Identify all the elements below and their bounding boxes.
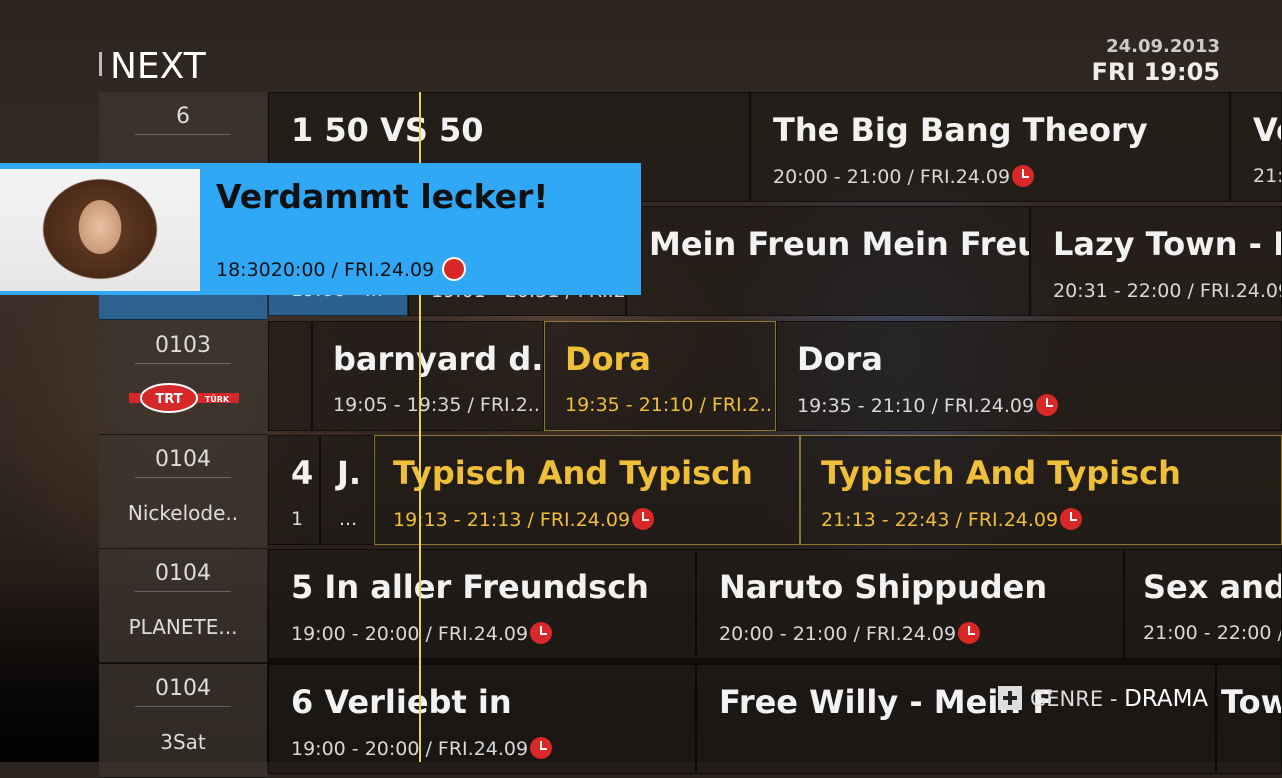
channel-number: 0103 [155, 333, 211, 358]
genre-label: GENRE [1030, 687, 1104, 711]
program-cell[interactable]: Free Willy - Mein F [696, 664, 1216, 774]
divider [135, 706, 231, 707]
page-title: NEXT [110, 46, 206, 87]
channel-number: 0104 [155, 561, 211, 586]
program-cell[interactable]: 5 In aller Freundsch 19:00 - 20:00 / FRI… [268, 549, 696, 659]
program-thumbnail [0, 169, 200, 291]
program-time: 21:0 [1253, 165, 1281, 187]
trt-text: TRT [155, 392, 182, 407]
program-cell[interactable]: Tow [1216, 664, 1282, 774]
program-cell[interactable]: Ve 21:0 [1230, 92, 1282, 202]
program-cell[interactable]: barnyard d... 19:05 - 19:35 / FRI.2.. [312, 321, 544, 431]
channel-number: 0104 [155, 676, 211, 701]
popup-time: 18:3020:00 / FRI.24.09 [216, 257, 467, 281]
program-title: Dora [797, 340, 883, 378]
reminder-clock-icon [1060, 508, 1083, 530]
reminder-clock-icon [1036, 394, 1059, 416]
divider [135, 591, 231, 592]
program-title: Ve [1253, 111, 1281, 149]
divider [135, 477, 231, 478]
program-cell[interactable]: 4 1 [268, 435, 320, 545]
selected-program-popup[interactable]: Verdammt lecker! 18:3020:00 / FRI.24.09 [0, 163, 641, 295]
divider [135, 363, 231, 364]
program-time: 19:05 - 19:35 / FRI.2.. [333, 394, 540, 416]
program-cell[interactable]: Dora 19:35 - 21:10 / FRI.24.09 [776, 321, 1282, 431]
channel-row-5[interactable]: 0104 PLANETE... [99, 549, 267, 663]
reminder-clock-icon [530, 737, 553, 759]
reminder-clock-icon [1012, 165, 1035, 187]
program-cell[interactable]: The Big Bang Theory 20:00 - 21:00 / FRI.… [750, 92, 1230, 202]
channel-number: 0104 [155, 447, 211, 472]
trt-turk-logo: TRT TÜRK [129, 383, 239, 413]
program-title: 1 50 VS 50 [291, 111, 484, 149]
program-cell[interactable]: Typisch And Typisch 21:13 - 22:43 / FRI.… [800, 435, 1282, 545]
program-cell[interactable]: Lazy Town - Lo 20:31 - 22:00 / FRI.24.09 [1030, 206, 1282, 316]
program-title: The Big Bang Theory [773, 111, 1148, 149]
program-title: J. [337, 454, 362, 492]
program-title: Mein Freun Mein Freun [649, 225, 1030, 263]
program-time: 1 [291, 508, 304, 530]
channel-name: PLANETE... [128, 615, 238, 639]
program-time: 19:35 - 21:10 / FRI.24.09 [797, 394, 1059, 417]
program-title: 6 Verliebt in [291, 683, 512, 721]
channel-name: Nickelode.. [127, 501, 239, 525]
program-title: 4 [291, 454, 314, 492]
genre-filter[interactable]: GENRE - DRAMA [998, 686, 1208, 712]
program-time: 19:00 - 20:00 / FRI.24.09 [291, 737, 553, 760]
program-time: 20:00 - 21:00 / FRI.24.09 [719, 622, 981, 645]
program-title: Typisch And Typisch [821, 454, 1181, 492]
program-cell[interactable] [268, 321, 312, 431]
channel-name: 3Sat [160, 730, 206, 754]
current-time: FRI 19:05 [1091, 58, 1220, 86]
program-cell[interactable]: Typisch And Typisch 19:13 - 21:13 / FRI.… [374, 435, 800, 545]
program-title: Naruto Shippuden [719, 568, 1048, 606]
program-time: 21:00 - 22:00 / [1143, 622, 1282, 644]
program-time: 19:13 - 21:13 / FRI.24.09 [393, 508, 655, 531]
program-title: 5 In aller Freundsch [291, 568, 649, 606]
channel-row-3[interactable]: 0103 TRT TÜRK [99, 321, 267, 435]
program-title: Sex and t [1143, 568, 1282, 606]
program-title: Lazy Town - Lo [1053, 225, 1281, 263]
header-accent-bar [99, 52, 102, 76]
program-time: ... [339, 508, 358, 530]
program-cell[interactable]: J. ... [320, 435, 374, 545]
channel-row-6[interactable]: 0104 3Sat [99, 664, 267, 778]
program-time: 20:00 - 21:00 / FRI.24.09 [773, 165, 1035, 188]
genre-value: DRAMA [1124, 686, 1209, 712]
program-time: 19:35 - 21:10 / FRI.2.. [565, 394, 772, 416]
popup-title: Verdammt lecker! [216, 177, 549, 216]
program-time: 19:00 - 20:00 / FRI.24.09 [291, 622, 553, 645]
program-cell[interactable]: 6 Verliebt in 19:00 - 20:00 / FRI.24.09 [268, 664, 696, 774]
reminder-clock-icon [530, 622, 553, 644]
genre-separator: - [1109, 687, 1118, 711]
program-cell[interactable]: Sex and t 21:00 - 22:00 / [1124, 549, 1282, 659]
channel-row-4[interactable]: 0104 Nickelode.. [99, 435, 267, 549]
program-title: Tow [1221, 683, 1281, 721]
program-time: 20:31 - 22:00 / FRI.24.09 [1053, 280, 1282, 302]
program-time: 21:13 - 22:43 / FRI.24.09 [821, 508, 1083, 531]
turk-text: TÜRK [205, 394, 230, 404]
program-cell[interactable]: Mein Freun Mein Freun [626, 206, 1030, 316]
divider [135, 134, 231, 135]
record-icon [442, 257, 467, 281]
program-title: barnyard d... [333, 340, 544, 378]
program-title: Typisch And Typisch [393, 454, 753, 492]
reminder-clock-icon [958, 622, 981, 644]
program-title: Dora [565, 340, 651, 378]
channel-number: 6 [176, 104, 190, 129]
current-date: 24.09.2013 [1106, 36, 1220, 57]
plus-icon [998, 686, 1022, 710]
program-cell[interactable]: Dora 19:35 - 21:10 / FRI.2.. [544, 321, 776, 431]
program-cell[interactable]: Naruto Shippuden 20:00 - 21:00 / FRI.24.… [696, 549, 1124, 659]
reminder-clock-icon [632, 508, 655, 530]
